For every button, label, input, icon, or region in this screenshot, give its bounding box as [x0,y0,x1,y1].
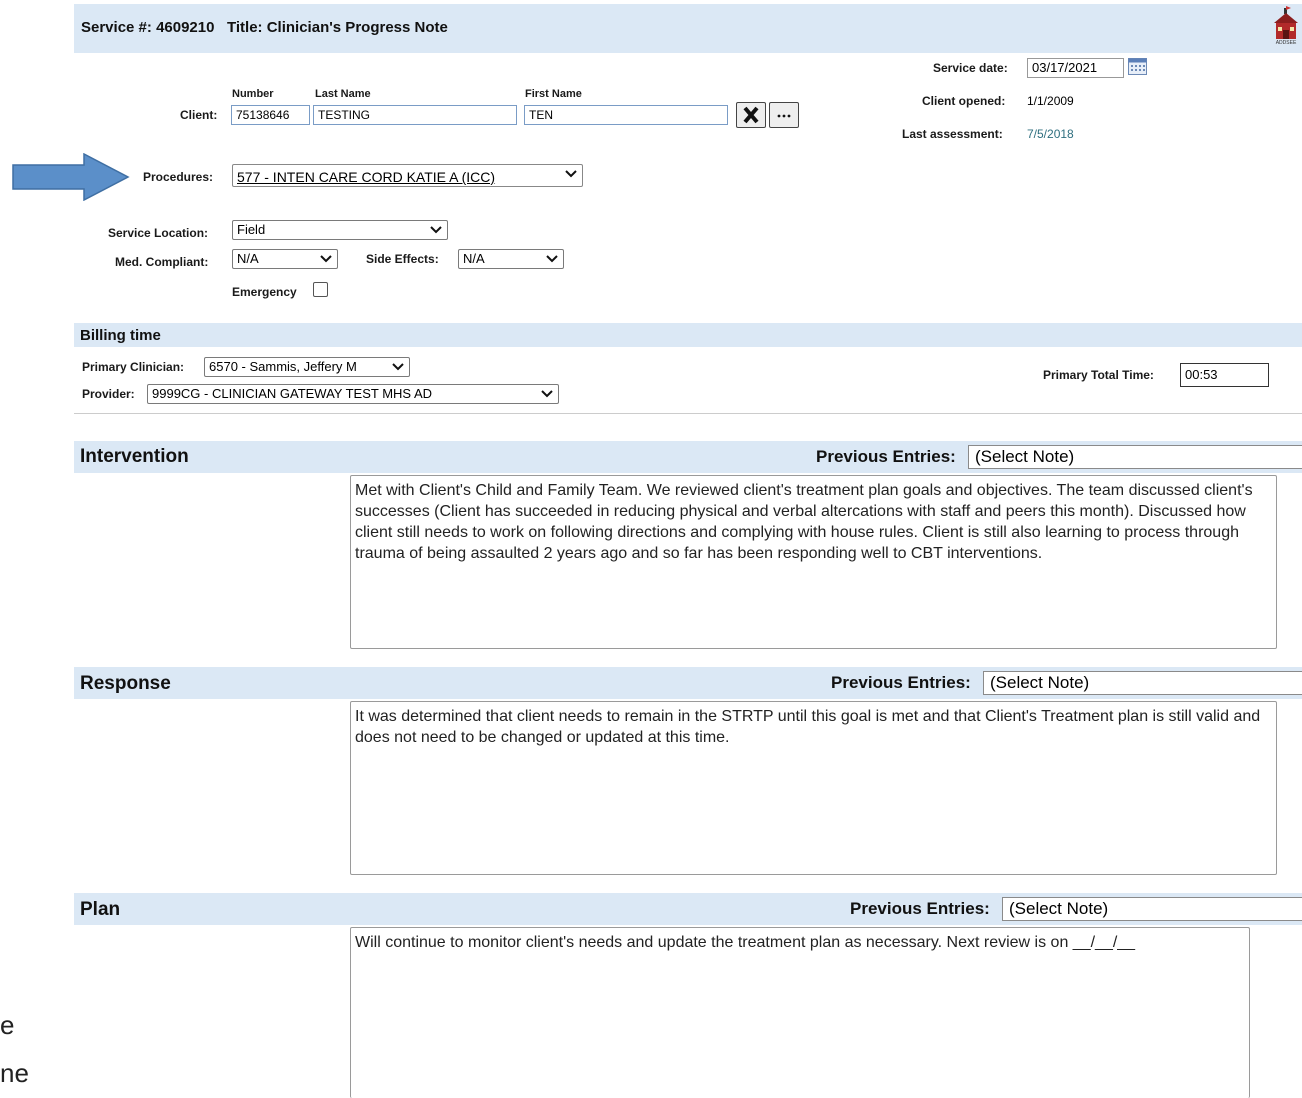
calendar-icon[interactable] [1128,58,1147,75]
provider-value: 9999CG - CLINICIAN GATEWAY TEST MHS AD [152,386,433,401]
primary-clinician-select[interactable]: 6570 - Sammis, Jeffery M [204,357,410,377]
service-location-select[interactable]: Field [232,220,448,240]
title-label: Title: [226,19,263,36]
response-title: Response [80,673,171,694]
service-location-value: Field [237,222,266,237]
client-firstname-header: First Name [525,88,582,100]
billing-header-bar [74,323,1302,347]
plan-prev-label: Previous Entries: [850,899,990,918]
emergency-checkbox[interactable] [313,282,328,297]
intervention-prev-select[interactable]: (Select Note) [968,445,1302,469]
service-date-field[interactable]: 03/17/2021 [1027,58,1124,78]
intervention-textarea[interactable]: Met with Client's Child and Family Team.… [350,475,1277,649]
med-compliant-select[interactable]: N/A [232,249,338,269]
chevron-down-icon [392,363,404,371]
plan-title: Plan [80,899,121,920]
close-icon [743,106,759,124]
client-opened-label: Client opened: [922,94,1006,108]
procedures-label: Procedures: [143,170,214,184]
side-effects-value: N/A [463,251,485,266]
arrow-annotation-icon [12,152,130,202]
chevron-down-icon [565,170,577,178]
client-number-header: Number [232,88,274,100]
med-compliant-label: Med. Compliant: [115,255,209,269]
billing-title: Billing time [80,327,161,344]
procedures-value: 577 - INTEN CARE CORD KATIE A (ICC) [237,169,496,185]
client-lastname-field[interactable]: TESTING [313,105,517,125]
primary-clinician-label: Primary Clinician: [82,360,185,374]
client-label: Client: [180,108,218,122]
med-compliant-value: N/A [237,251,259,266]
response-prev-select[interactable]: (Select Note) [983,671,1302,695]
procedures-select[interactable]: 577 - INTEN CARE CORD KATIE A (ICC) [232,164,583,187]
client-number-field[interactable]: 75138646 [231,105,310,125]
ellipsis-icon [777,114,791,118]
intervention-prev-label: Previous Entries: [816,447,956,466]
chevron-down-icon [546,255,558,263]
left-edge-text-1: e [0,1010,15,1040]
emergency-label: Emergency [232,285,297,299]
response-prev-label: Previous Entries: [831,673,971,692]
service-number-label: Service #: [81,19,152,36]
plan-prev-select[interactable]: (Select Note) [1002,897,1302,921]
side-effects-label: Side Effects: [366,252,439,266]
chevron-down-icon [320,255,332,263]
client-firstname-field[interactable]: TEN [524,105,728,125]
intervention-title: Intervention [80,446,189,467]
page-title: Clinician's Progress Note [266,19,448,36]
provider-select[interactable]: 9999CG - CLINICIAN GATEWAY TEST MHS AD [147,384,559,404]
client-lastname-header: Last Name [315,88,371,100]
side-effects-select[interactable]: N/A [458,249,564,269]
schoolhouse-logo-icon[interactable]: ADDSEE [1270,6,1302,48]
client-lookup-button[interactable] [769,102,799,128]
last-assessment-label: Last assessment: [902,127,1003,141]
chevron-down-icon [541,390,553,398]
clear-client-button[interactable] [736,102,766,128]
logo-text: ADDSEE [1275,40,1297,46]
provider-label: Provider: [82,387,135,401]
client-opened-value: 1/1/2009 [1027,94,1074,108]
plan-textarea[interactable]: Will continue to monitor client's needs … [350,927,1250,1098]
primary-clinician-value: 6570 - Sammis, Jeffery M [209,359,357,374]
total-time-field[interactable]: 00:53 [1180,363,1269,387]
service-location-label: Service Location: [108,226,209,240]
total-time-label: Primary Total Time: [1043,368,1154,382]
last-assessment-value: 7/5/2018 [1027,127,1074,141]
service-title: Service #: 4609210 Title: Clinician's Pr… [81,19,448,36]
billing-divider [74,413,1302,414]
chevron-down-icon [430,226,442,234]
response-textarea[interactable]: It was determined that client needs to r… [350,701,1277,875]
service-number: 4609210 [156,19,215,36]
service-date-label: Service date: [933,61,1008,75]
left-edge-text-2: ne [0,1058,29,1088]
